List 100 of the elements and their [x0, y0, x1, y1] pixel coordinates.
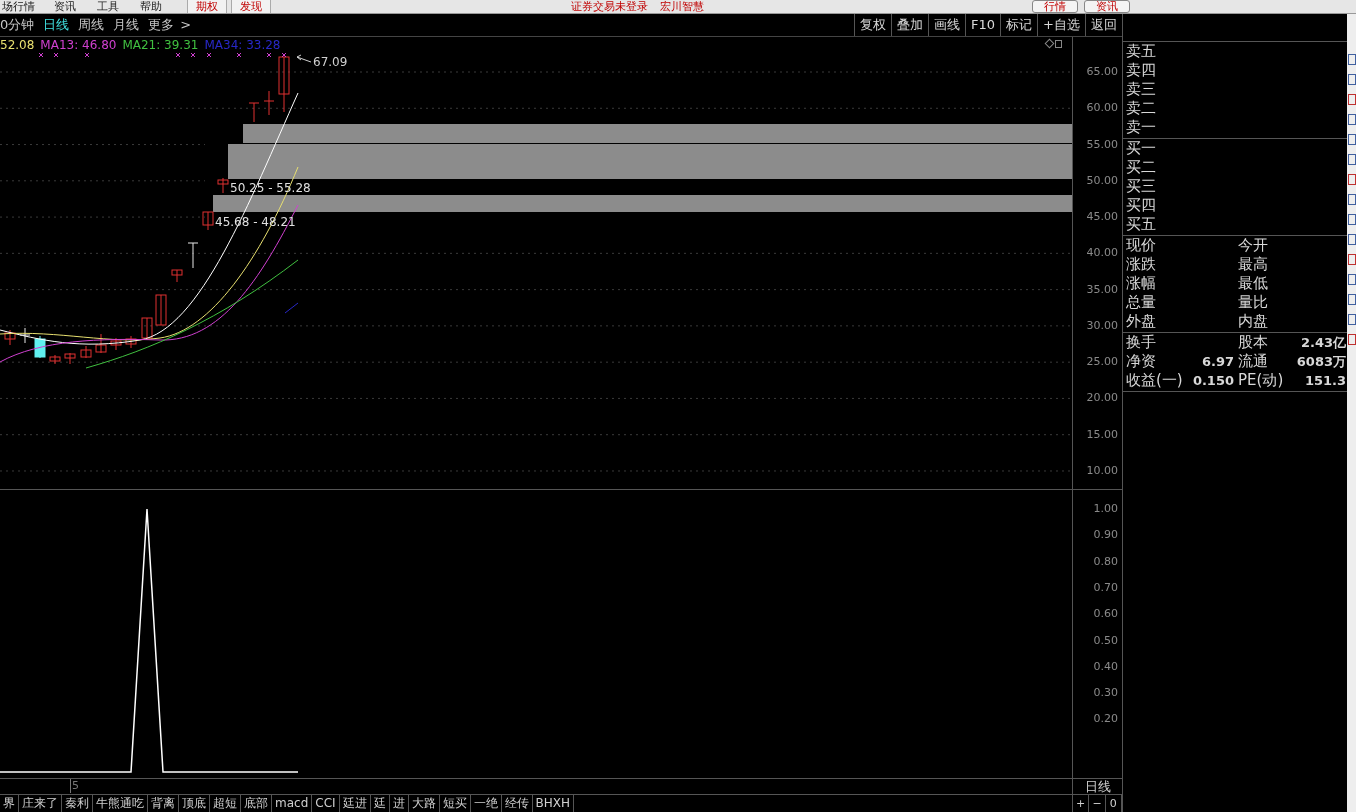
indicator-axis-label: 0.60 [1093, 607, 1118, 622]
order-level-label: 买四 [1126, 196, 1157, 215]
order-level-label: 卖三 [1126, 80, 1157, 99]
toolbar-icon[interactable] [1348, 234, 1356, 245]
menu-item[interactable]: 资讯 [54, 0, 97, 13]
indicator-axis-label: 0.50 [1093, 633, 1118, 648]
formula-tab[interactable]: 大路 [408, 795, 440, 812]
price-axis-label: 65.00 [1086, 65, 1118, 79]
stat-label: PE(动) [1238, 371, 1285, 390]
toolbar-icon[interactable] [1348, 274, 1356, 285]
stat-value: 0.150 [1192, 373, 1234, 388]
order-level-label: 买三 [1126, 177, 1157, 196]
formula-tab[interactable]: 背离 [148, 795, 179, 812]
stat-value: 2.43亿 [1299, 334, 1346, 352]
toolbar-button[interactable]: F10 [965, 14, 1001, 36]
toolbar-icon[interactable] [1348, 314, 1356, 325]
formula-tab[interactable]: 进 [389, 795, 409, 812]
toolbar-icon[interactable] [1348, 254, 1356, 265]
legend-item: MA13: 46.80 [40, 38, 117, 52]
indicator-axis-label: 0.70 [1093, 580, 1118, 595]
legend-item: 52.08 [0, 38, 35, 52]
stat-label: 换手 [1126, 333, 1157, 352]
zoom-button[interactable]: 0 [1105, 795, 1122, 812]
quote-label: 内盘 [1238, 312, 1268, 331]
indicator-axis-label: 0.80 [1093, 554, 1118, 569]
indicator-axis-label: 0.90 [1093, 528, 1118, 543]
quote-label: 今开 [1238, 236, 1268, 255]
toolbar-icon[interactable] [1348, 174, 1356, 185]
zoom-button[interactable]: − [1089, 795, 1106, 812]
quote-label: 外盘 [1126, 312, 1157, 331]
period-tab[interactable]: 0分钟 [0, 15, 35, 35]
formula-tab[interactable]: macd [272, 795, 313, 812]
menu-item[interactable]: 工具 [97, 0, 140, 13]
toolbar-icon[interactable] [1348, 214, 1356, 225]
quote-label: 现价 [1126, 236, 1157, 255]
more-tab[interactable]: 更多 [148, 15, 175, 35]
toolbar-button[interactable]: 叠加 [891, 14, 929, 36]
zoom-button[interactable]: + [1073, 795, 1090, 812]
formula-tab[interactable]: 廷进 [339, 795, 371, 812]
toolbar-button[interactable]: 标记 [1000, 14, 1038, 36]
toolbar-button[interactable]: +自选 [1037, 14, 1085, 36]
stat-label: 净资 [1126, 352, 1157, 371]
menu-item[interactable]: 场行情 [2, 0, 54, 13]
formula-tab[interactable]: 庄来了 [19, 795, 62, 812]
toolbar-button[interactable]: 返回 [1085, 14, 1122, 36]
order-level-label: 卖一 [1126, 118, 1157, 137]
price-axis-label: 45.00 [1086, 210, 1118, 225]
price-axis-label: 40.00 [1086, 246, 1118, 261]
toolbar-icon[interactable] [1348, 54, 1356, 65]
toolbar-icon[interactable] [1348, 154, 1356, 165]
toolbar-icon[interactable] [1348, 114, 1356, 125]
indicator-axis-label: 0.30 [1093, 686, 1118, 701]
quote-label: 总量 [1126, 293, 1157, 312]
formula-tab[interactable]: 底部 [241, 795, 272, 812]
formula-tab[interactable]: BHXH [532, 795, 575, 812]
price-axis-label: 20.00 [1086, 391, 1118, 406]
legend-item: MA21: 39.31 [122, 38, 199, 52]
account-name: 宏川智慧 [660, 0, 704, 13]
price-axis-label: 15.00 [1086, 427, 1118, 442]
formula-tab[interactable]: 廷 [370, 795, 390, 812]
formula-tab[interactable]: 牛熊通吃 [93, 795, 148, 812]
indicator-axis-label: 0.20 [1093, 712, 1118, 727]
order-level-label: 卖四 [1126, 61, 1157, 80]
period-tab[interactable]: 周线 [78, 15, 105, 35]
legend-item: MA34: 33.28 [204, 38, 281, 52]
formula-tab[interactable]: 经传 [501, 795, 533, 812]
toolbar-icon[interactable] [1348, 94, 1356, 105]
period-tab[interactable]: 日线 [43, 15, 70, 35]
formula-tab[interactable]: 超短 [210, 795, 241, 812]
stat-label: 收益(一) [1126, 371, 1184, 390]
formula-tab[interactable]: 秦利 [62, 795, 93, 812]
more-arrow[interactable]: > [180, 15, 192, 35]
formula-tab[interactable]: 一绝 [470, 795, 502, 812]
menu-button[interactable]: 行情 [1032, 0, 1078, 13]
price-axis-label: 10.00 [1086, 463, 1118, 478]
menu-tab[interactable]: 期权 [187, 0, 227, 13]
order-level-label: 买二 [1126, 158, 1157, 177]
quote-label: 涨幅 [1126, 274, 1157, 293]
menu-item[interactable]: 帮助 [140, 0, 183, 13]
period-tab[interactable]: 月线 [113, 15, 140, 35]
toolbar-icon[interactable] [1348, 334, 1356, 345]
menu-button[interactable]: 资讯 [1084, 0, 1130, 13]
toolbar-icon[interactable] [1348, 134, 1356, 145]
order-level-label: 卖五 [1126, 42, 1157, 61]
formula-tab[interactable]: 短买 [439, 795, 471, 812]
order-level-label: 买一 [1126, 139, 1157, 158]
menu-tab[interactable]: 发现 [231, 0, 271, 13]
formula-tab[interactable]: 界 [0, 795, 19, 812]
stat-value: 6.97 [1201, 354, 1234, 369]
toolbar-icon[interactable] [1348, 194, 1356, 205]
quote-label: 量比 [1238, 293, 1268, 312]
toolbar-icon[interactable] [1348, 294, 1356, 305]
formula-tab[interactable]: 顶底 [179, 795, 210, 812]
order-level-label: 买五 [1126, 215, 1157, 234]
stat-label: 股本 [1238, 333, 1269, 352]
formula-tab[interactable]: CCI [312, 795, 340, 812]
quote-label: 涨跌 [1126, 255, 1157, 274]
toolbar-icon[interactable] [1348, 74, 1356, 85]
toolbar-button[interactable]: 画线 [928, 14, 966, 36]
toolbar-button[interactable]: 复权 [854, 14, 892, 36]
